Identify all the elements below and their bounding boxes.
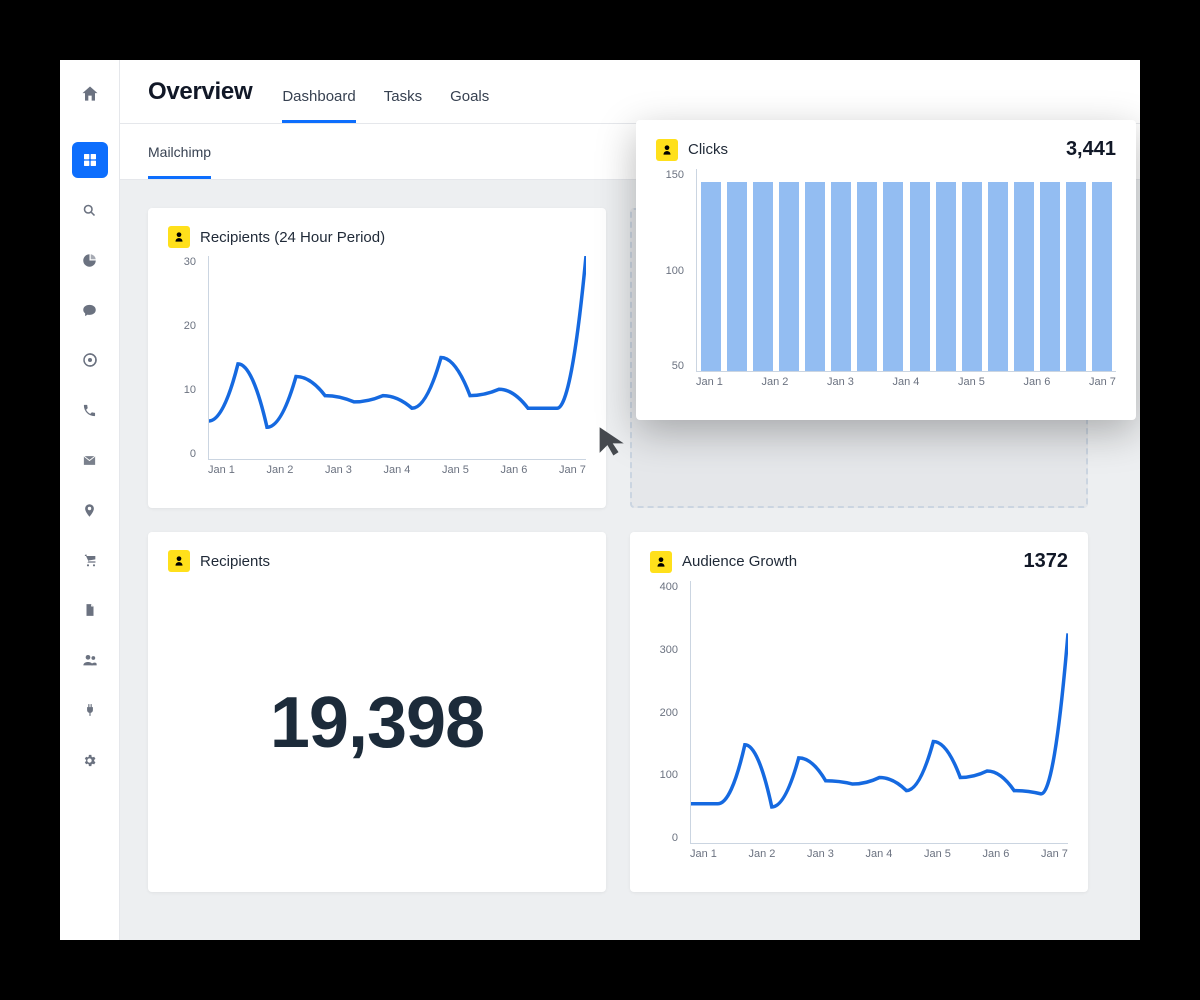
map-pin-icon[interactable] xyxy=(72,492,108,528)
card-clicks-dragging[interactable]: Clicks 3,441 15010050 Jan 1Jan 2Jan 3Jan… xyxy=(636,120,1136,420)
tab-goals[interactable]: Goals xyxy=(450,88,489,123)
mailchimp-icon xyxy=(656,139,678,161)
card-title: Clicks xyxy=(688,141,728,158)
search-icon[interactable] xyxy=(72,192,108,228)
page-title: Overview xyxy=(148,78,252,106)
drag-cursor-icon xyxy=(594,422,630,458)
card-title: Audience Growth xyxy=(682,553,797,570)
chart-clicks: 15010050 Jan 1Jan 2Jan 3Jan 4Jan 5Jan 6J… xyxy=(656,169,1116,402)
chart-audience-growth: 4003002001000 Jan 1Jan 2Jan 3Jan 4Jan 5J… xyxy=(650,581,1068,874)
pie-chart-icon[interactable] xyxy=(72,242,108,278)
card-title: Recipients xyxy=(200,553,270,570)
audience-growth-metric: 1372 xyxy=(1024,550,1069,573)
chart-recipients-24h: 3020100 Jan 1Jan 2Jan 3Jan 4Jan 5Jan 6Ja… xyxy=(168,256,586,490)
comment-icon[interactable] xyxy=(72,292,108,328)
tab-dashboard[interactable]: Dashboard xyxy=(282,88,355,123)
file-icon[interactable] xyxy=(72,592,108,628)
cart-icon[interactable] xyxy=(72,542,108,578)
dashboard-grid-icon[interactable] xyxy=(72,142,108,178)
home-icon[interactable] xyxy=(74,78,106,110)
sidebar xyxy=(60,60,120,940)
main-tabs: Dashboard Tasks Goals xyxy=(282,60,489,123)
integration-tab-mailchimp[interactable]: Mailchimp xyxy=(148,124,211,179)
topbar: Overview Dashboard Tasks Goals xyxy=(120,60,1140,124)
card-title: Recipients (24 Hour Period) xyxy=(200,229,385,246)
card-audience-growth[interactable]: Audience Growth 1372 4003002001000 Jan 1… xyxy=(630,532,1088,892)
card-recipients-24h[interactable]: Recipients (24 Hour Period) 3020100 Jan … xyxy=(148,208,606,508)
recipients-total-value: 19,398 xyxy=(168,572,586,874)
phone-icon[interactable] xyxy=(72,392,108,428)
mailchimp-icon xyxy=(168,226,190,248)
users-icon[interactable] xyxy=(72,642,108,678)
gear-icon[interactable] xyxy=(72,742,108,778)
plug-icon[interactable] xyxy=(72,692,108,728)
clicks-metric: 3,441 xyxy=(1066,138,1116,161)
tab-tasks[interactable]: Tasks xyxy=(384,88,422,123)
card-recipients-total[interactable]: Recipients 19,398 xyxy=(148,532,606,892)
mailchimp-icon xyxy=(650,551,672,573)
envelope-icon[interactable] xyxy=(72,442,108,478)
target-icon[interactable] xyxy=(72,342,108,378)
mailchimp-icon xyxy=(168,550,190,572)
